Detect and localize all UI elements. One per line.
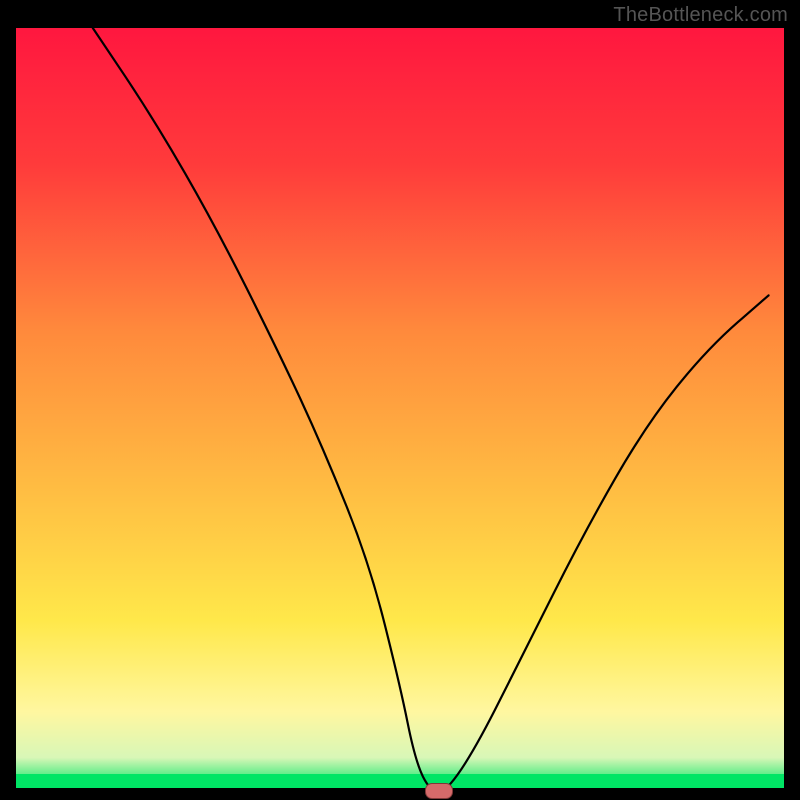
plot-area — [16, 28, 784, 788]
chart-svg — [0, 0, 800, 800]
optimal-point-marker — [425, 783, 453, 799]
black-baseline — [16, 788, 784, 792]
watermark-text: TheBottleneck.com — [613, 4, 788, 27]
green-baseline-strip — [16, 774, 784, 788]
chart-frame: TheBottleneck.com — [0, 0, 800, 800]
